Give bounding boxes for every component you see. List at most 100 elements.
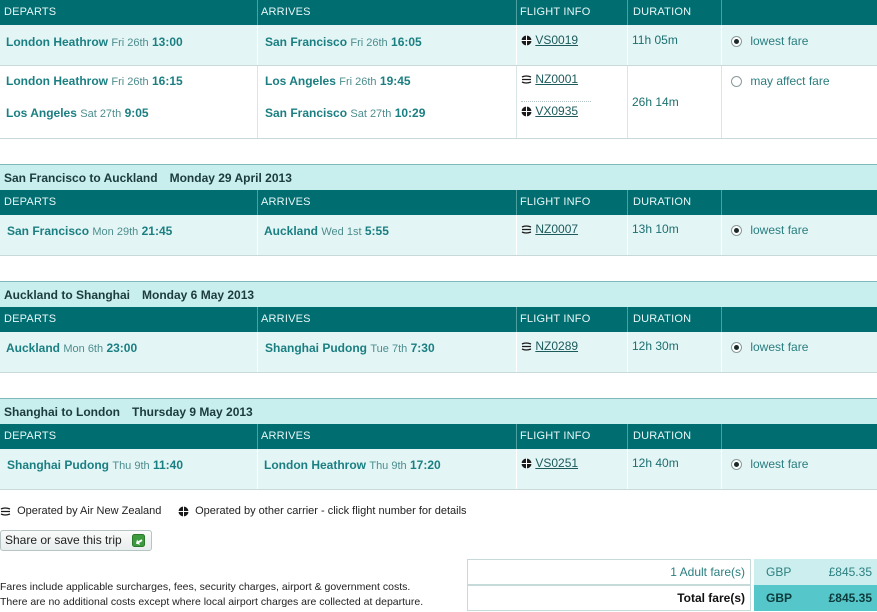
other-carrier-icon: [521, 35, 532, 46]
departure-time: 11:40: [153, 458, 184, 472]
fare-option[interactable]: may affect fare: [731, 74, 830, 88]
flight-info-header: FLIGHT INFO: [520, 196, 591, 208]
air-new-zealand-icon: [0, 506, 11, 516]
arrival-info: London Heathrow Thu 9th 17:20: [264, 458, 441, 472]
arrival-time: 19:45: [379, 74, 411, 88]
flight-number-link[interactable]: VS0251: [535, 456, 578, 470]
departure-city: San Francisco: [7, 224, 90, 238]
arrival-city: Auckland: [264, 224, 319, 238]
departure-time: 16:15: [151, 74, 183, 88]
departure-day: Sat 27th: [80, 108, 122, 120]
flight-table-header: DEPARTS ARRIVES FLIGHT INFO DURATION: [0, 190, 877, 215]
flight-number-link[interactable]: NZ0289: [535, 339, 578, 353]
fare-label: lowest fare: [750, 340, 809, 354]
departure-time: 21:45: [141, 224, 173, 238]
departure-city: Los Angeles: [6, 106, 77, 120]
arrives-header: ARRIVES: [261, 6, 311, 18]
departure-time: 23:00: [106, 341, 138, 355]
arrival-city: Shanghai Pudong: [265, 341, 367, 355]
legend-air-new-zealand: Operated by Air New Zealand: [0, 505, 161, 517]
arrival-city: Los Angeles: [265, 74, 336, 88]
departs-header: DEPARTS: [4, 313, 57, 325]
fare-label: may affect fare: [750, 74, 830, 88]
segment-title: San Francisco to Auckland Monday 29 April…: [0, 164, 877, 191]
flight-number[interactable]: VS0251: [521, 456, 578, 470]
fare-note: Fares include applicable surcharges, fee…: [0, 581, 411, 593]
segment-route: Auckland to Shanghai: [4, 288, 131, 302]
departs-header: DEPARTS: [4, 6, 57, 18]
flight-number-link[interactable]: VS0019: [535, 33, 578, 47]
divider: [521, 101, 591, 102]
flight-row: London Heathrow Fri 26th 13:00 San Franc…: [0, 25, 877, 66]
share-save-trip-button[interactable]: Share or save this trip: [0, 530, 152, 551]
arrival-time: 10:29: [394, 106, 426, 120]
segment-title: Auckland to Shanghai Monday 6 May 2013: [0, 281, 877, 308]
segment-title: Shanghai to London Thursday 9 May 2013: [0, 398, 877, 425]
flight-number[interactable]: VX0935: [521, 104, 578, 118]
flight-number-link[interactable]: NZ0007: [535, 222, 578, 236]
arrival-info: Auckland Wed 1st 5:55: [264, 224, 389, 238]
departure-info: Shanghai Pudong Thu 9th 11:40: [7, 458, 183, 472]
departure-day: Fri 26th: [111, 76, 149, 88]
duration-value: 13h 10m: [632, 222, 679, 236]
arrival-day: Wed 1st: [321, 226, 362, 238]
air-new-zealand-icon: [521, 75, 532, 84]
flight-info-header: FLIGHT INFO: [520, 6, 591, 18]
fare-option[interactable]: lowest fare: [731, 223, 808, 237]
adult-fare-box: 1 Adult fare(s): [467, 559, 751, 585]
departure-time: 13:00: [151, 35, 183, 49]
connection-row: London Heathrow Fri 26th 16:15 Los Angel…: [0, 66, 877, 139]
flight-info-header: FLIGHT INFO: [520, 430, 591, 442]
flight-number[interactable]: NZ0289: [521, 339, 578, 353]
segment-date: Monday 29 April 2013: [169, 171, 292, 185]
fare-option[interactable]: lowest fare: [731, 340, 808, 354]
legend-label: Operated by other carrier - click flight…: [195, 505, 467, 517]
total-fare-currency: GBP: [766, 591, 793, 605]
arrival-info: Shanghai Pudong Tue 7th 7:30: [265, 341, 435, 355]
fare-label: lowest fare: [750, 223, 809, 237]
arrival-day: Fri 26th: [339, 76, 377, 88]
other-carrier-icon: [521, 458, 532, 469]
departure-time: 9:05: [124, 106, 149, 120]
air-new-zealand-icon: [521, 342, 532, 351]
adult-fare-currency: GBP: [766, 565, 792, 579]
total-fare-amount: £845.35: [828, 591, 872, 605]
flight-number-link[interactable]: VX0935: [535, 104, 578, 118]
departure-city: Auckland: [6, 341, 61, 355]
legend-label: Operated by Air New Zealand: [17, 505, 162, 517]
fare-radio[interactable]: [731, 225, 742, 237]
total-fare-amount-box: GBP £845.35: [754, 585, 877, 611]
flight-number[interactable]: VS0019: [521, 33, 578, 47]
adult-fare-label: 1 Adult fare(s): [670, 565, 745, 579]
flight-number[interactable]: NZ0007: [521, 222, 578, 236]
fare-radio[interactable]: [731, 76, 742, 88]
flight-row: Shanghai Pudong Thu 9th 11:40 London Hea…: [0, 449, 877, 490]
fare-note: There are no additional costs except whe…: [0, 596, 424, 608]
arrival-time: 5:55: [364, 224, 389, 238]
flight-info-header: FLIGHT INFO: [520, 313, 591, 325]
segment-date: Thursday 9 May 2013: [131, 405, 253, 419]
fare-radio[interactable]: [731, 342, 742, 354]
arrives-header: ARRIVES: [261, 196, 311, 208]
fare-radio[interactable]: [731, 459, 742, 471]
fare-radio[interactable]: [731, 36, 742, 48]
arrival-info: San Francisco Sat 27th 10:29: [265, 106, 425, 120]
departure-info: Auckland Mon 6th 23:00: [6, 341, 137, 355]
departs-header: DEPARTS: [4, 196, 57, 208]
departure-day: Mon 6th: [63, 343, 104, 355]
share-button-label: Share or save this trip: [5, 533, 122, 547]
fare-option[interactable]: lowest fare: [731, 457, 808, 471]
adult-fare-amount-box: GBP £845.35: [754, 559, 877, 585]
arrival-day: Tue 7th: [370, 343, 408, 355]
arrival-city: San Francisco: [265, 35, 348, 49]
flight-number-link[interactable]: NZ0001: [535, 72, 578, 86]
departure-city: London Heathrow: [6, 35, 108, 49]
segment-route: San Francisco to Auckland: [4, 171, 158, 185]
duration-value: 12h 30m: [632, 339, 679, 353]
duration-header: DURATION: [633, 430, 692, 442]
flight-number[interactable]: NZ0001: [521, 72, 578, 86]
flight-table-header: DEPARTS ARRIVES FLIGHT INFO DURATION: [0, 0, 877, 25]
duration-value: 26h 14m: [632, 95, 679, 109]
fare-option[interactable]: lowest fare: [731, 34, 808, 48]
flight-row: Auckland Mon 6th 23:00 Shanghai Pudong T…: [0, 332, 877, 373]
